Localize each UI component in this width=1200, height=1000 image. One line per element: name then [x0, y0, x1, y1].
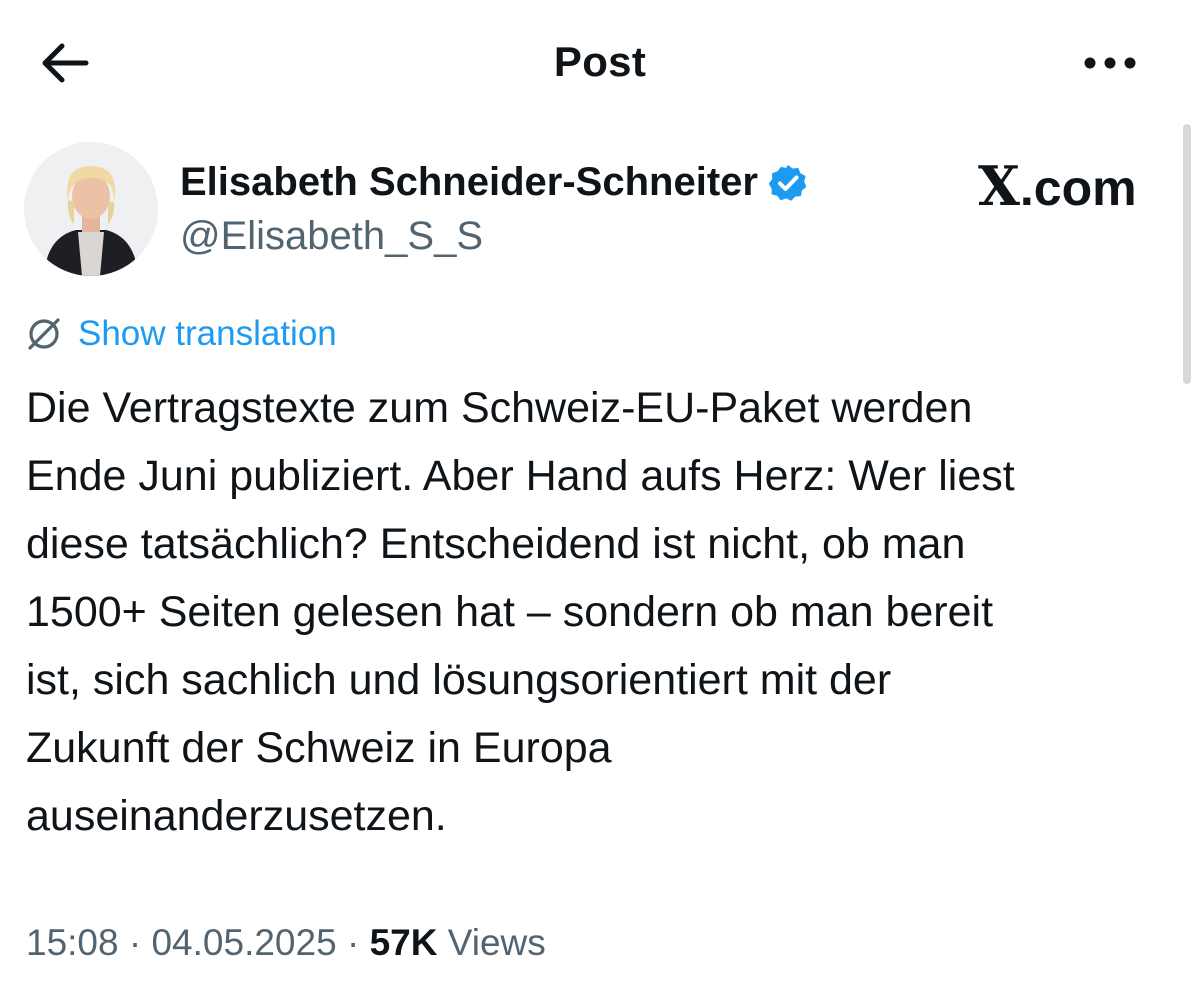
top-bar: Post	[0, 0, 1200, 124]
watermark-x: X	[978, 154, 1020, 218]
watermark-domain: .com	[1019, 160, 1137, 216]
post-line: 1500+ Seiten gelesen hat – sondern ob ma…	[26, 588, 994, 636]
show-translation-button[interactable]: Show translation	[24, 314, 337, 354]
views-label[interactable]: Views	[448, 922, 546, 963]
post-line: Ende Juni publiziert. Aber Hand aufs Her…	[26, 452, 1015, 500]
post-line: ist, sich sachlich und lösungsorientiert…	[26, 656, 892, 704]
post-line: Die Vertragstexte zum Schweiz-EU-Paket w…	[26, 384, 973, 432]
author-handle[interactable]: @Elisabeth_S_S	[180, 214, 483, 259]
post-line: diese tatsächlich? Entscheidend ist nich…	[26, 520, 966, 568]
more-options-button[interactable]	[1078, 48, 1142, 78]
globe-slash-icon	[24, 314, 64, 354]
views-count[interactable]: 57K	[370, 922, 438, 963]
post-line: Zukunft der Schweiz in Europa	[26, 724, 612, 772]
meta-separator: ·	[128, 922, 142, 963]
post-line: auseinanderzusetzen.	[26, 792, 447, 840]
page-title: Post	[553, 38, 647, 85]
post-metadata: 15:08 · 04.05.2025 · 57K Views	[26, 922, 546, 964]
author-name-text: Elisabeth Schneider-Schneiter	[180, 160, 758, 204]
scrollbar[interactable]	[1183, 124, 1191, 384]
more-horizontal-icon	[1084, 57, 1136, 69]
post-time[interactable]: 15:08	[26, 922, 119, 963]
post-date[interactable]: 04.05.2025	[151, 922, 336, 963]
verified-badge-icon	[768, 163, 808, 203]
profile-photo	[24, 142, 158, 276]
show-translation-label: Show translation	[78, 314, 337, 353]
x-com-watermark: X .com	[978, 154, 1137, 218]
author-name[interactable]: Elisabeth Schneider-Schneiter	[180, 160, 808, 205]
post-text: Die Vertragstexte zum Schweiz-EU-Paket w…	[26, 374, 1176, 850]
avatar[interactable]	[24, 142, 158, 276]
meta-separator: ·	[346, 922, 360, 963]
